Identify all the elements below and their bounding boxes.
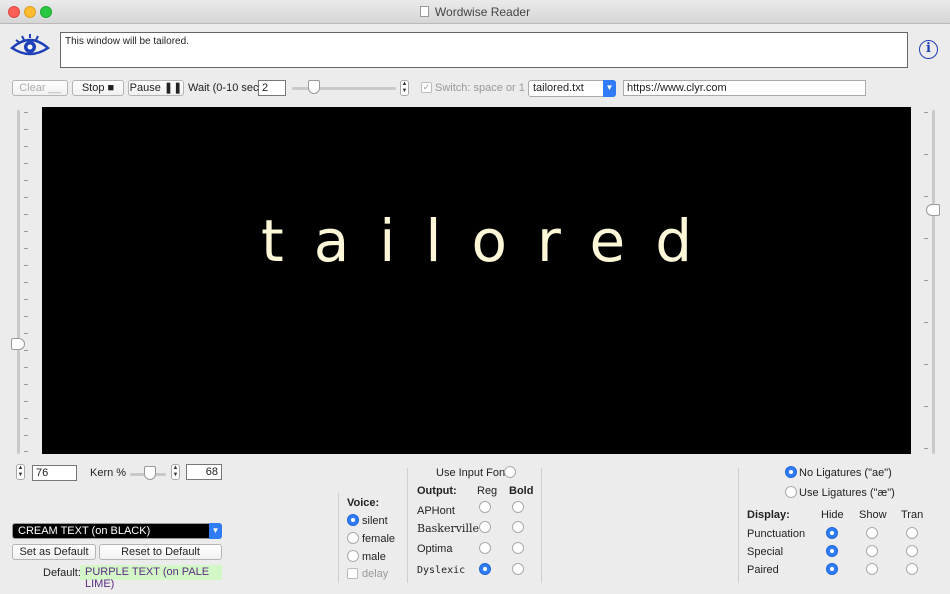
url-input[interactable]: https://www.clyr.com xyxy=(623,80,866,96)
font-aphont-bold-radio[interactable] xyxy=(512,501,524,513)
switch-label: Switch: space or 1 xyxy=(435,82,525,94)
punctuation-label: Punctuation xyxy=(747,528,806,540)
delay-label: delay xyxy=(362,568,389,580)
font-aphont-label: APHont xyxy=(417,505,455,517)
font-dyslexic-label: Dyslexic xyxy=(417,565,466,576)
font-optima-bold-radio[interactable] xyxy=(512,542,524,554)
chevron-down-icon: ▼ xyxy=(209,523,222,539)
voice-female-radio[interactable] xyxy=(347,532,359,544)
paired-show-radio[interactable] xyxy=(866,563,878,575)
special-tran-radio[interactable] xyxy=(906,545,918,557)
size-input[interactable]: 76 xyxy=(32,465,77,481)
default-label: Default: xyxy=(43,567,81,579)
file-select[interactable]: tailored.txt ▼ xyxy=(528,80,616,97)
punctuation-show-radio[interactable] xyxy=(866,527,878,539)
paired-tran-radio[interactable] xyxy=(906,563,918,575)
eye-logo-icon xyxy=(10,34,50,56)
use-input-font-radio[interactable] xyxy=(504,466,516,478)
punctuation-tran-radio[interactable] xyxy=(906,527,918,539)
left-vertical-slider-thumb[interactable] xyxy=(11,338,25,350)
wait-stepper[interactable]: ▲ ▼ xyxy=(400,80,409,96)
output-separator-right xyxy=(541,468,542,583)
stop-button[interactable]: Stop ■ xyxy=(72,80,124,96)
size-stepper[interactable]: ▲ ▼ xyxy=(16,464,25,480)
set-as-default-button[interactable]: Set as Default xyxy=(12,544,96,560)
kern-stepper[interactable]: ▲ ▼ xyxy=(171,464,180,480)
right-slider-ticks xyxy=(924,112,928,452)
use-ligatures-label: Use Ligatures ("æ") xyxy=(799,487,895,499)
document-icon xyxy=(419,6,429,17)
displayed-word: tailored xyxy=(260,207,723,275)
display-show-header: Show xyxy=(859,509,887,521)
voice-male-label: male xyxy=(362,551,386,563)
wait-slider-thumb[interactable] xyxy=(308,80,320,94)
voice-silent-label: silent xyxy=(362,515,388,527)
use-input-font-label: Use Input Font xyxy=(436,467,509,479)
output-heading: Output: xyxy=(417,485,457,497)
voice-heading: Voice: xyxy=(347,497,380,509)
voice-silent-radio[interactable] xyxy=(347,514,359,526)
voice-male-radio[interactable] xyxy=(347,550,359,562)
font-aphont-reg-radio[interactable] xyxy=(479,501,491,513)
right-vertical-slider-thumb[interactable] xyxy=(926,204,940,216)
special-show-radio[interactable] xyxy=(866,545,878,557)
voice-separator xyxy=(338,493,339,583)
display-heading: Display: xyxy=(747,509,790,521)
left-vertical-slider-track[interactable] xyxy=(17,110,20,454)
left-slider-ticks xyxy=(24,112,28,452)
color-scheme-select[interactable]: CREAM TEXT (on BLACK) ▼ xyxy=(12,523,222,539)
clear-button[interactable]: Clear __ xyxy=(12,80,68,96)
no-ligatures-label: No Ligatures ("ae") xyxy=(799,467,892,479)
output-separator-left xyxy=(407,468,408,583)
output-reg-header: Reg xyxy=(477,485,498,497)
font-baskerville-bold-radio[interactable] xyxy=(512,521,524,533)
word-display: tailored xyxy=(42,107,911,454)
font-dyslexic-reg-radio[interactable] xyxy=(479,563,491,575)
reset-to-default-button[interactable]: Reset to Default xyxy=(99,544,222,560)
chevron-down-icon: ▼ xyxy=(603,80,616,97)
wait-input[interactable]: 2 xyxy=(258,80,286,96)
window-title: Wordwise Reader xyxy=(0,5,950,19)
display-tran-header: Tran xyxy=(901,509,924,521)
right-vertical-slider-track[interactable] xyxy=(932,110,935,454)
display-separator xyxy=(738,468,739,583)
wait-label: Wait (0-10 sec) xyxy=(188,82,263,94)
display-hide-header: Hide xyxy=(821,509,844,521)
output-bold-header: Bold xyxy=(509,485,534,497)
special-hide-radio[interactable] xyxy=(826,545,838,557)
font-baskerville-label: Baskerville xyxy=(417,522,479,535)
font-optima-reg-radio[interactable] xyxy=(479,542,491,554)
kern-input[interactable]: 68 xyxy=(186,464,222,480)
paired-label: Paired xyxy=(747,564,779,576)
info-icon[interactable]: i xyxy=(919,40,938,59)
switch-checkbox[interactable]: ✓ xyxy=(421,82,432,93)
kern-label: Kern % xyxy=(90,467,127,479)
kern-slider-thumb[interactable] xyxy=(144,466,156,480)
use-ligatures-radio[interactable] xyxy=(785,486,797,498)
delay-checkbox[interactable] xyxy=(347,568,358,579)
title-bar: Wordwise Reader xyxy=(0,0,950,24)
default-color-value: PURPLE TEXT (on PALE LIME) xyxy=(80,565,222,590)
font-baskerville-reg-radio[interactable] xyxy=(479,521,491,533)
pause-button[interactable]: Pause ❚❚ xyxy=(128,80,184,96)
no-ligatures-radio[interactable] xyxy=(785,466,797,478)
special-label: Special xyxy=(747,546,784,558)
message-box[interactable]: This window will be tailored. xyxy=(60,32,908,68)
font-optima-label: Optima xyxy=(417,543,453,555)
punctuation-hide-radio[interactable] xyxy=(826,527,838,539)
font-dyslexic-bold-radio[interactable] xyxy=(512,563,524,575)
voice-female-label: female xyxy=(362,533,396,545)
paired-hide-radio[interactable] xyxy=(826,563,838,575)
